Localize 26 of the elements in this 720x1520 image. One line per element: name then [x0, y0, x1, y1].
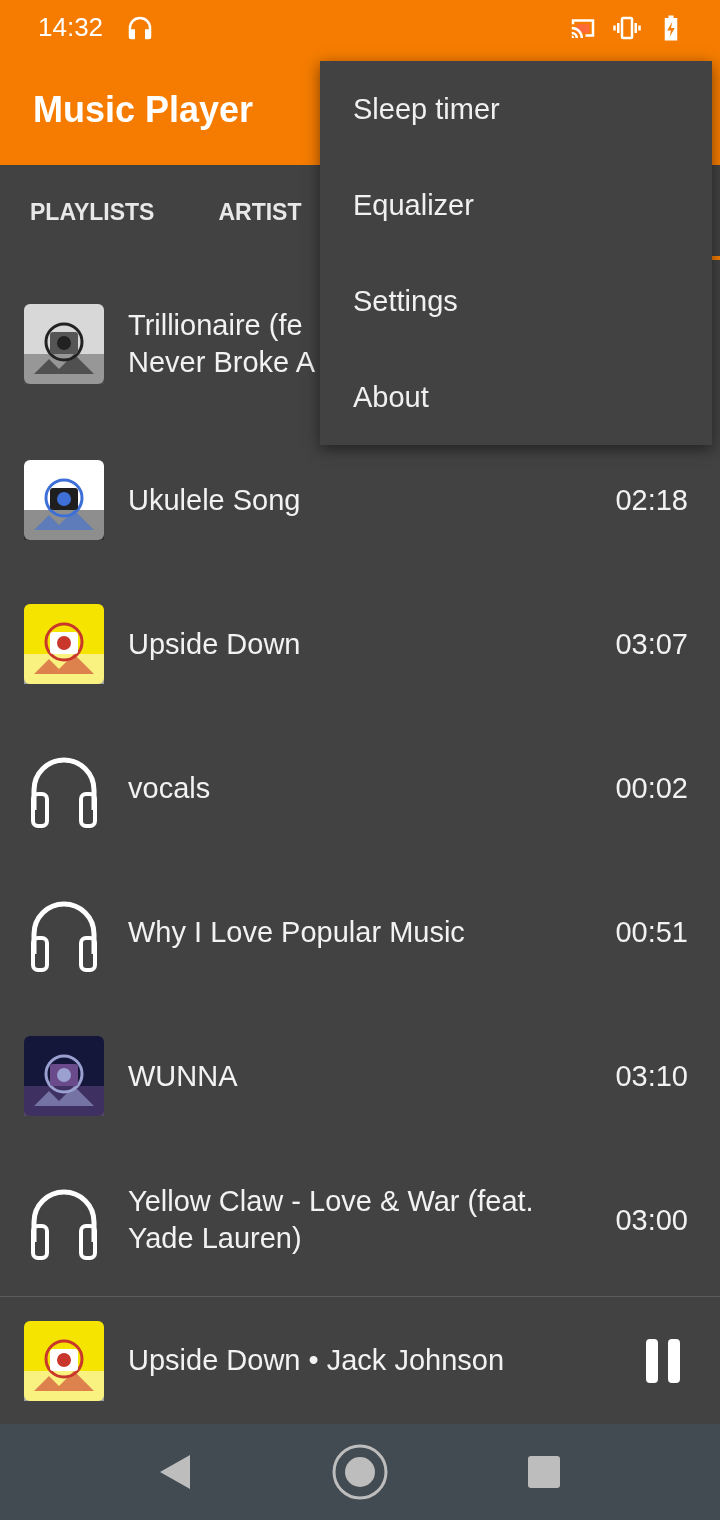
menu-item[interactable]: About — [320, 349, 712, 445]
song-duration: 03:10 — [615, 1059, 688, 1093]
tab[interactable]: ARTIST — [218, 189, 302, 236]
song-duration: 03:00 — [615, 1203, 688, 1237]
song-duration: 00:51 — [615, 915, 688, 949]
song-title: Why I Love Popular Music — [128, 914, 466, 950]
song-duration: 00:02 — [615, 771, 688, 805]
menu-item[interactable]: Equalizer — [320, 157, 712, 253]
back-icon[interactable] — [160, 1455, 192, 1489]
song-title: vocals — [128, 770, 212, 806]
song-title: Yellow Claw - Love & War (feat. Yade Lauren) — [128, 1184, 535, 1256]
menu-item[interactable]: Settings — [320, 253, 712, 349]
app-title: Music Player — [33, 89, 254, 131]
status-time: 14:32 — [38, 12, 104, 43]
now-playing-text: Upside Down • Jack Johnson — [128, 1343, 506, 1378]
song-title: Trillionaire (fe Never Broke A — [128, 308, 316, 380]
song-title: Ukulele Song — [128, 482, 302, 518]
menu-item[interactable]: Sleep timer — [320, 61, 712, 157]
song-title: WUNNA — [128, 1058, 239, 1094]
now-playing-bar[interactable]: Upside Down • Jack Johnson — [0, 1296, 720, 1424]
song-duration: 03:07 — [615, 627, 688, 661]
pause-button[interactable] — [646, 1338, 680, 1383]
song-title: Upside Down — [128, 626, 302, 662]
home-icon[interactable] — [332, 1444, 388, 1500]
tab[interactable]: PLAYLISTS — [30, 189, 155, 236]
song-duration: 02:18 — [615, 483, 688, 517]
